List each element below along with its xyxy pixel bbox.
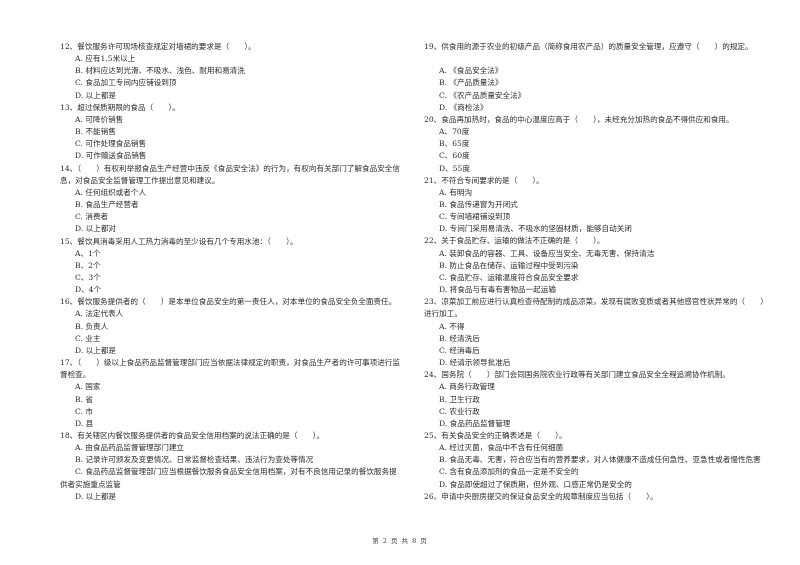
option-d: D、4个 (75, 285, 102, 295)
question-20: 20、食品再加热时，食品的中心温度应高于（ ），未经充分加热的食品不得供应和食用… (424, 114, 769, 175)
option-d: D. 经请示领导批准后 (439, 358, 511, 368)
question-22: 22、关于食品贮存、运输的做法不正确的是（ ）。 A. 装卸食品的容器、工具、设… (424, 235, 769, 296)
option-c: C. 《农产品质量安全法》 (439, 90, 526, 100)
question-21: 21、不符合专间要求的是（ ）。 A. 有明沟 B. 食品传递窗为开闭式 C. … (424, 175, 769, 236)
exam-page: 12、餐饮服务许可现场核查规定对墙裙的要求是（ ）。 A. 应有1.5米以上 B… (0, 0, 800, 565)
option-d: D. 以上都对 (75, 224, 117, 234)
question-stem: 12、餐饮服务许可现场核查规定对墙裙的要求是（ ）。 (60, 42, 256, 51)
question-stem: 21、不符合专间要求的是（ ）。 (424, 175, 544, 185)
question-stem: 15、餐饮具消毒采用人工热力消毒的至少设有几个专用水池：（ ）。 (60, 236, 298, 246)
option-a: A、1个 (75, 248, 101, 258)
option-b: B. 食品传递窗为开闭式 (439, 200, 518, 210)
option-d: D. 可作赠送食品销售 (75, 151, 147, 161)
option-d: D. 以上都是 (75, 345, 117, 355)
question-stem: 17、（ ）级以上食品药品监督管理部门应当依据法律规定的职责，对食品生产者的许可… (60, 358, 400, 380)
left-column: 12、餐饮服务许可现场核查规定对墙裙的要求是（ ）。 A. 应有1.5米以上 B… (60, 41, 400, 503)
question-15: 15、餐饮具消毒采用人工热力消毒的至少设有几个专用水池：（ ）。 A、1个 B、… (60, 236, 400, 297)
option-c: C. 可作处理食品销售 (75, 139, 147, 149)
question-stem: 24、国务院（ ）部门会同国务院农业行政等有关部门建立食品安全全程追溯协作机制。 (424, 370, 730, 380)
option-d: D、55度 (439, 163, 470, 173)
option-c: C. 市 (75, 406, 93, 416)
option-b: B. 《产品质量法》 (439, 78, 503, 88)
question-stem: 14、（ ）有权利举报食品生产经营中违反《食品安全法》的行为，有权向有关部门了解… (60, 163, 400, 185)
option-a: A. 装卸食品的容器、工具、设备应当安全、无毒无害、保持清洁 (439, 248, 655, 258)
option-c: C. 经消毒后 (439, 345, 480, 355)
option-a: A. 商务行政管理 (439, 382, 495, 392)
option-b: B. 负责人 (75, 321, 109, 331)
question-stem: 22、关于食品贮存、运输的做法不正确的是（ ）。 (424, 236, 605, 246)
option-d: D. 将食品与有毒有害物品一起运输 (439, 285, 556, 295)
question-18: 18、有关辖区内餐饮服务提供者的食品安全信用档案的说法正确的是（ ）。 A. 由… (60, 430, 400, 503)
question-19: 19、供食用的源于农业的初级产品（简称食用农产品）的质量安全管理，应遵守（ ）的… (424, 41, 769, 114)
option-d: D. 食品药品监督管理 (439, 418, 511, 428)
option-a: A. 应有1.5米以上 (75, 54, 136, 64)
option-a: A、70度 (439, 127, 470, 137)
option-b: B、65度 (439, 139, 470, 149)
option-a: A. 不得 (439, 321, 465, 331)
option-d: D. 以上都是 (75, 90, 117, 100)
option-b: B. 食品无毒、无害，符合应当有的营养要求，对人体健康不造成任何急性、亚急性或者… (439, 455, 761, 465)
question-13: 13、超过保质期限的食品（ ）。 A. 可降价销售 B. 不能销售 C. 可作处… (60, 102, 400, 163)
right-column: 19、供食用的源于农业的初级产品（简称食用农产品）的质量安全管理，应遵守（ ）的… (424, 41, 769, 503)
question-stem: 20、食品再加热时，食品的中心温度应高于（ ），未经充分加热的食品不得供应和食用… (424, 114, 734, 124)
option-b: B. 防止食品在储存、运输过程中受到污染 (439, 260, 579, 270)
question-16: 16、餐饮服务提供者的（ ）是本单位食品安全的第一责任人，对本单位的食品安全负全… (60, 296, 400, 357)
question-stem: 19、供食用的源于农业的初级产品（简称食用农产品）的质量安全管理，应遵守（ ）的… (424, 42, 753, 51)
option-a: A. 法定代表人 (75, 309, 124, 319)
question-17: 17、（ ）级以上食品药品监督管理部门应当依据法律规定的职责，对食品生产者的许可… (60, 357, 400, 430)
option-b: B. 省 (75, 394, 94, 404)
option-a: A. 经过灭菌，食品中不含有任何细菌 (439, 443, 564, 453)
option-b: B. 记录许可颁发及变更情况、日常监督检查结果、违法行为查处等情况 (75, 455, 314, 465)
question-stem: 16、餐饮服务提供者的（ ）是本单位食品安全的第一责任人，对本单位的食品安全负全… (60, 297, 397, 307)
option-d: D. 食品即使超过了保质期，但外观、口感正常仍是安全的 (439, 479, 632, 489)
option-a: A. 国家 (75, 382, 101, 392)
option-c: C. 农业行政 (439, 406, 480, 416)
question-stem: 25、有关食品安全的正确表述是（ ）。 (424, 430, 567, 440)
question-stem: 13、超过保质期限的食品（ ）。 (60, 102, 180, 112)
option-d: D. 专间门采用易清洗、不吸水的坚固材质，能够自动关闭 (439, 224, 632, 234)
option-b: B、2个 (75, 260, 101, 270)
option-c: C、60度 (439, 151, 470, 161)
option-a: A. 有明沟 (439, 187, 473, 197)
option-c: C. 食品加工专间内应铺设到顶 (75, 78, 177, 88)
option-b: B. 卫生行政 (439, 394, 480, 404)
question-26: 26、申请中央厨房提交的保证食品安全的规章制度应当包括（ ）。 (424, 491, 769, 503)
option-d: D. 以上都是 (75, 491, 117, 501)
option-c: C. 专间墙裙铺设到顶 (439, 212, 511, 222)
option-c: C. 食品贮存、运输温度符合食品安全要求 (439, 272, 579, 282)
option-c: C. 消费者 (75, 212, 109, 222)
option-a: A. 由食品药品监督管理部门建立 (75, 443, 185, 453)
option-c: C. 含有食品添加剂的食品一定是不安全的 (439, 467, 579, 477)
page-number-footer: 第 2 页 共 8 页 (372, 537, 428, 545)
option-b: B. 材料应达到光滑、不吸水、浅色、耐用和易清洗 (75, 66, 245, 76)
question-stem: 18、有关辖区内餐饮服务提供者的食品安全信用档案的说法正确的是（ ）。 (60, 431, 325, 440)
question-14: 14、（ ）有权利举报食品生产经营中违反《食品安全法》的行为，有权向有关部门了解… (60, 163, 400, 236)
option-d: D. 县 (75, 418, 94, 428)
question-12: 12、餐饮服务许可现场核查规定对墙裙的要求是（ ）。 A. 应有1.5米以上 B… (60, 41, 400, 102)
option-c: C、3个 (75, 272, 101, 282)
option-c: C. 食品药品监督管理部门应当根据餐饮服务食品安全信用档案，对有不良信用记录的餐… (60, 467, 397, 489)
option-a: A. 《食品安全法》 (439, 66, 503, 76)
question-25: 25、有关食品安全的正确表述是（ ）。 A. 经过灭菌，食品中不含有任何细菌 B… (424, 430, 769, 491)
option-b: B. 不能销售 (75, 127, 116, 137)
option-a: A. 任何组织或者个人 (75, 187, 147, 197)
option-a: A. 可降价销售 (75, 114, 124, 124)
question-stem: 23、凉菜加工前应进行认真检查待配制的成品凉菜，发现有腐败变质或者其他感官性状异… (424, 297, 768, 319)
option-b: B. 食品生产经营者 (75, 200, 139, 210)
option-c: C. 业主 (75, 333, 101, 343)
question-23: 23、凉菜加工前应进行认真检查待配制的成品凉菜，发现有腐败变质或者其他感官性状异… (424, 296, 769, 369)
question-stem: 26、申请中央厨房提交的保证食品安全的规章制度应当包括（ ）。 (424, 491, 658, 501)
option-d: D. 《商检法》 (439, 102, 488, 112)
option-b: B. 经清洗后 (439, 333, 480, 343)
question-24: 24、国务院（ ）部门会同国务院农业行政等有关部门建立食品安全全程追溯协作机制。… (424, 369, 769, 430)
